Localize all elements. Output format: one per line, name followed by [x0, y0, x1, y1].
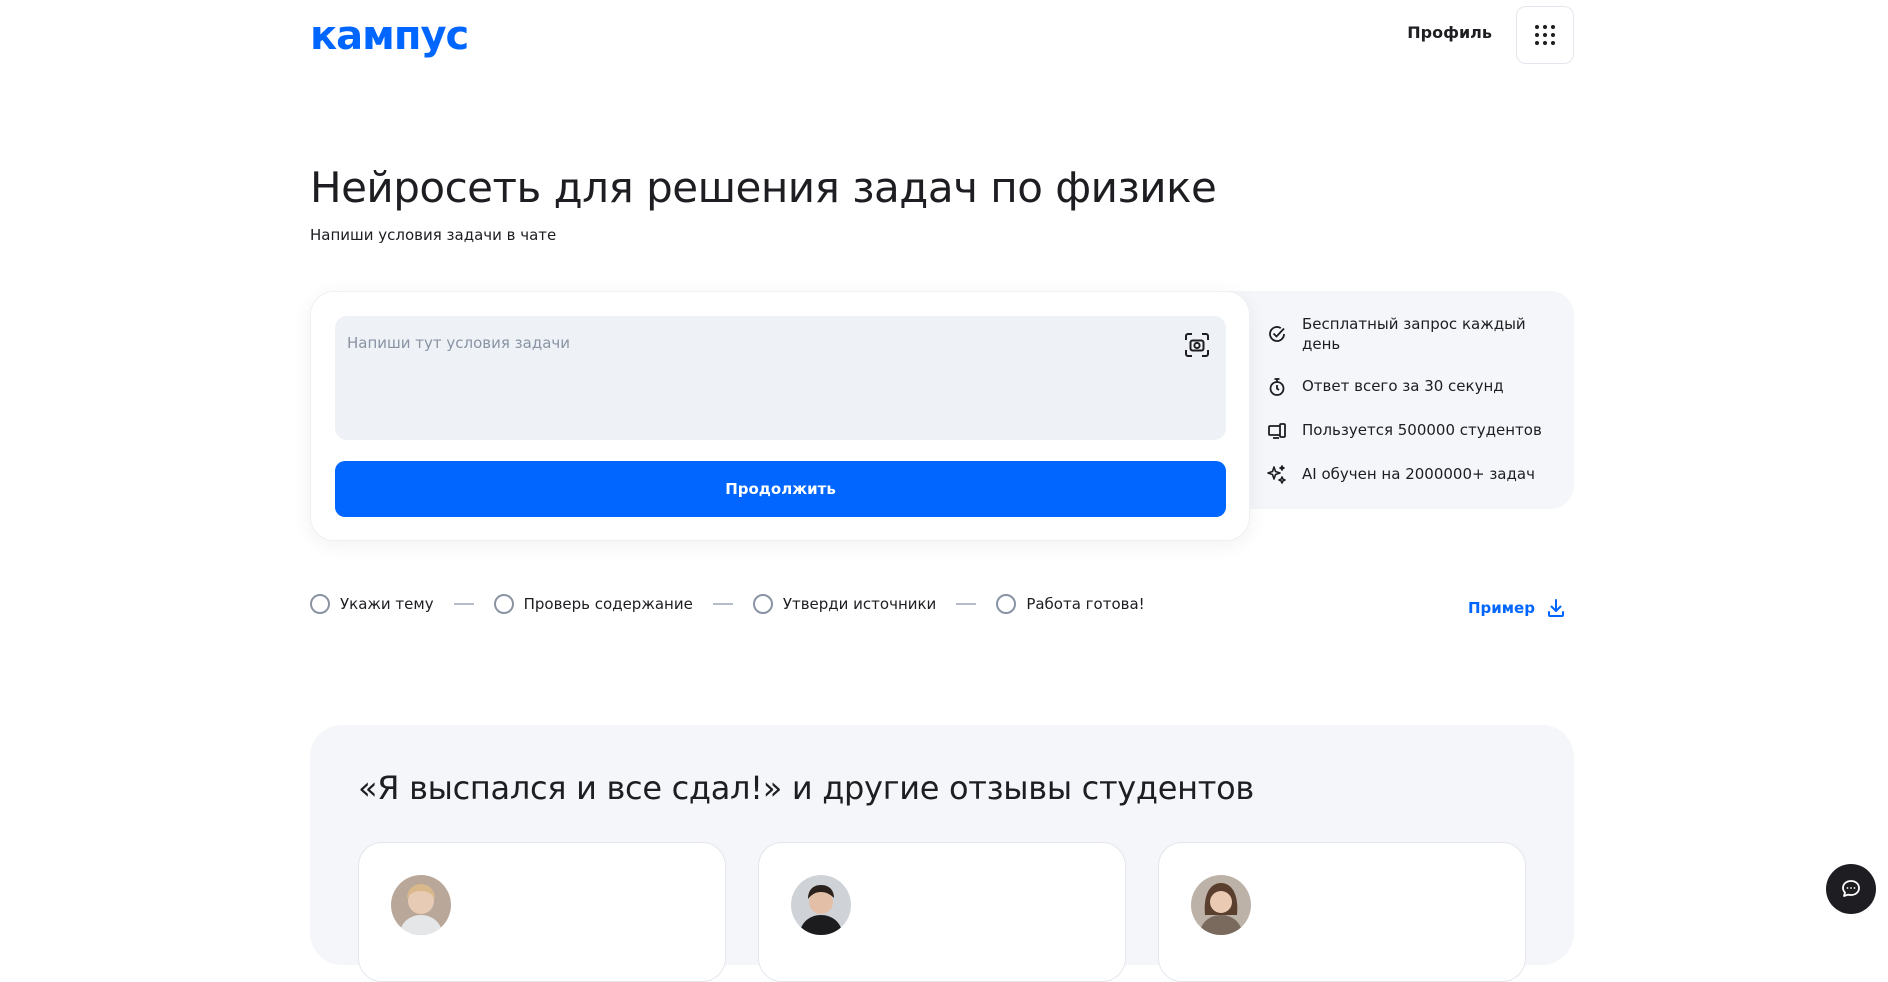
avatar [1191, 875, 1251, 935]
logo[interactable]: кампус [310, 14, 469, 58]
feature-item: Ответ всего за 30 секунд [1266, 376, 1556, 398]
review-card [1158, 842, 1526, 982]
features-list: Бесплатный запрос каждый день Ответ всег… [1266, 314, 1556, 508]
review-card [758, 842, 1126, 982]
check-circle-icon [1266, 323, 1288, 345]
continue-button[interactable]: Продолжить [335, 461, 1226, 517]
step-label: Укажи тему [340, 595, 434, 613]
avatar [791, 875, 851, 935]
grid-dots-icon [1535, 25, 1555, 45]
step-circle-icon [752, 594, 773, 614]
progress-steps: Укажи тему Проверь содержание Утверди ис… [310, 594, 1145, 614]
camera-scan-icon[interactable] [1182, 330, 1212, 360]
feature-text: Бесплатный запрос каждый день [1302, 315, 1526, 353]
feature-text: Ответ всего за 30 секунд [1302, 377, 1504, 395]
reviews-title: «Я выспался и все сдал!» и другие отзывы… [358, 769, 1254, 807]
profile-link[interactable]: Профиль [1407, 23, 1492, 42]
review-card [358, 842, 726, 982]
step-item: Укажи тему [310, 594, 434, 614]
feature-item: AI обучен на 2000000+ задач [1266, 464, 1556, 486]
step-circle-icon [996, 594, 1017, 614]
step-label: Утверди источники [782, 595, 937, 613]
devices-icon [1266, 420, 1288, 442]
example-label: Пример [1468, 599, 1535, 617]
page-subtitle: Напиши условия задачи в чате [310, 226, 557, 244]
avatar [391, 875, 451, 935]
site-header: кампус Профиль [310, 0, 1574, 70]
step-separator [956, 603, 977, 605]
step-item: Утверди источники [752, 594, 937, 614]
task-form-card: Продолжить [310, 291, 1250, 541]
step-item: Проверь содержание [493, 594, 693, 614]
step-label: Работа готова! [1026, 595, 1145, 613]
step-label: Проверь содержание [523, 595, 693, 613]
step-separator [453, 603, 474, 605]
feature-item: Пользуется 500000 студентов [1266, 420, 1556, 442]
feature-item: Бесплатный запрос каждый день [1266, 314, 1556, 354]
task-input[interactable] [335, 316, 1226, 440]
example-download-link[interactable]: Пример [1468, 598, 1565, 618]
sparkles-icon [1266, 464, 1288, 486]
chat-button[interactable] [1826, 864, 1876, 914]
feature-text: AI обучен на 2000000+ задач [1302, 465, 1535, 483]
page-title: Нейросеть для решения задач по физике [310, 163, 1217, 212]
reviews-section: «Я выспался и все сдал!» и другие отзывы… [310, 725, 1574, 982]
chat-bubble-icon [1842, 880, 1860, 897]
stopwatch-icon [1266, 376, 1288, 398]
feature-text: Пользуется 500000 студентов [1302, 421, 1542, 439]
menu-button[interactable] [1516, 6, 1574, 64]
step-circle-icon [493, 594, 514, 614]
step-item: Работа готова! [996, 594, 1145, 614]
step-separator [712, 603, 733, 605]
download-icon [1547, 598, 1565, 618]
step-circle-icon [310, 594, 330, 614]
